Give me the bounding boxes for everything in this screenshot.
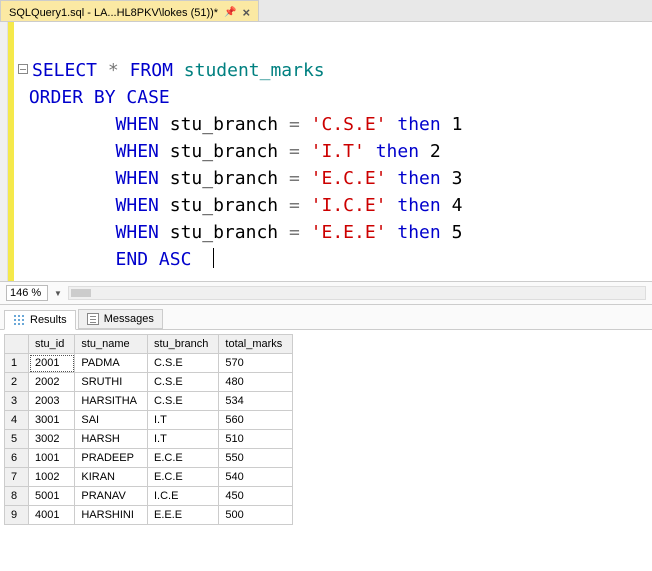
table-row[interactable]: 22002SRUTHIC.S.E480 [5,373,293,392]
row-number[interactable]: 6 [5,449,29,468]
row-number[interactable]: 5 [5,430,29,449]
table-row[interactable]: 32003HARSITHAC.S.E534 [5,392,293,411]
messages-icon [87,313,99,325]
scrollbar-thumb[interactable] [71,289,91,297]
text-cursor [213,248,214,268]
cell-stu-name[interactable]: PADMA [75,354,148,373]
cell-stu-id[interactable]: 3002 [29,430,75,449]
cell-total-marks[interactable]: 480 [219,373,293,392]
document-tab-title: SQLQuery1.sql - LA...HL8PKV\lokes (51))* [9,7,218,19]
cell-stu-id[interactable]: 2002 [29,373,75,392]
document-tab-bar: SQLQuery1.sql - LA...HL8PKV\lokes (51))*… [0,0,652,22]
cell-total-marks[interactable]: 550 [219,449,293,468]
cell-stu-branch[interactable]: C.S.E [147,392,218,411]
col-rownum[interactable] [5,335,29,354]
cell-stu-branch[interactable]: I.C.E [147,487,218,506]
results-grid[interactable]: stu_id stu_name stu_branch total_marks 1… [4,334,293,525]
zoom-bar: 146 % ▼ [0,281,652,305]
cell-stu-id[interactable]: 4001 [29,506,75,525]
cell-stu-name[interactable]: PRANAV [75,487,148,506]
cell-stu-branch[interactable]: E.C.E [147,468,218,487]
pin-icon[interactable]: 📌 [224,7,236,18]
zoom-level[interactable]: 146 % [6,285,48,301]
row-number[interactable]: 7 [5,468,29,487]
col-total-marks[interactable]: total_marks [219,335,293,354]
table-row[interactable]: 94001HARSHINIE.E.E500 [5,506,293,525]
cell-stu-branch[interactable]: C.S.E [147,373,218,392]
cell-stu-id[interactable]: 1001 [29,449,75,468]
table-row[interactable]: 85001PRANAVI.C.E450 [5,487,293,506]
cell-total-marks[interactable]: 570 [219,354,293,373]
editor-text[interactable]: SELECT * FROM student_marks ORDER BY CAS… [14,22,652,281]
cell-total-marks[interactable]: 540 [219,468,293,487]
row-number[interactable]: 4 [5,411,29,430]
row-number[interactable]: 9 [5,506,29,525]
results-tab-bar: Results Messages [0,305,652,330]
cell-stu-branch[interactable]: I.T [147,430,218,449]
table-row[interactable]: 71002KIRANE.C.E540 [5,468,293,487]
row-number[interactable]: 3 [5,392,29,411]
cell-stu-id[interactable]: 3001 [29,411,75,430]
cell-stu-id[interactable]: 1002 [29,468,75,487]
cell-stu-name[interactable]: HARSH [75,430,148,449]
row-number[interactable]: 1 [5,354,29,373]
tab-messages-label: Messages [104,313,154,325]
cell-total-marks[interactable]: 450 [219,487,293,506]
editor-margin [0,22,8,281]
outline-collapse-icon[interactable] [18,64,28,74]
grid-icon [13,314,25,326]
row-number[interactable]: 2 [5,373,29,392]
tab-results-label: Results [30,314,67,326]
zoom-dropdown-icon[interactable]: ▼ [54,289,62,298]
table-row[interactable]: 12001PADMAC.S.E570 [5,354,293,373]
col-stu-name[interactable]: stu_name [75,335,148,354]
cell-stu-name[interactable]: PRADEEP [75,449,148,468]
cell-total-marks[interactable]: 534 [219,392,293,411]
table-row[interactable]: 53002HARSHI.T510 [5,430,293,449]
cell-total-marks[interactable]: 560 [219,411,293,430]
table-row[interactable]: 43001SAII.T560 [5,411,293,430]
close-icon[interactable]: × [243,5,251,20]
cell-total-marks[interactable]: 510 [219,430,293,449]
col-stu-id[interactable]: stu_id [29,335,75,354]
cell-stu-name[interactable]: SAI [75,411,148,430]
cell-stu-name[interactable]: HARSITHA [75,392,148,411]
cell-stu-name[interactable]: KIRAN [75,468,148,487]
cell-stu-id[interactable]: 5001 [29,487,75,506]
cell-total-marks[interactable]: 500 [219,506,293,525]
cell-stu-name[interactable]: SRUTHI [75,373,148,392]
cell-stu-branch[interactable]: E.E.E [147,506,218,525]
tab-messages[interactable]: Messages [78,309,163,329]
cell-stu-branch[interactable]: I.T [147,411,218,430]
cell-stu-branch[interactable]: E.C.E [147,449,218,468]
table-row[interactable]: 61001PRADEEPE.C.E550 [5,449,293,468]
row-number[interactable]: 8 [5,487,29,506]
col-stu-branch[interactable]: stu_branch [147,335,218,354]
cell-stu-name[interactable]: HARSHINI [75,506,148,525]
sql-editor[interactable]: SELECT * FROM student_marks ORDER BY CAS… [0,22,652,281]
document-tab[interactable]: SQLQuery1.sql - LA...HL8PKV\lokes (51))*… [0,0,259,21]
horizontal-scrollbar[interactable] [68,286,646,300]
cell-stu-id[interactable]: 2001 [29,354,75,373]
cell-stu-branch[interactable]: C.S.E [147,354,218,373]
header-row: stu_id stu_name stu_branch total_marks [5,335,293,354]
tab-results[interactable]: Results [4,310,76,330]
cell-stu-id[interactable]: 2003 [29,392,75,411]
